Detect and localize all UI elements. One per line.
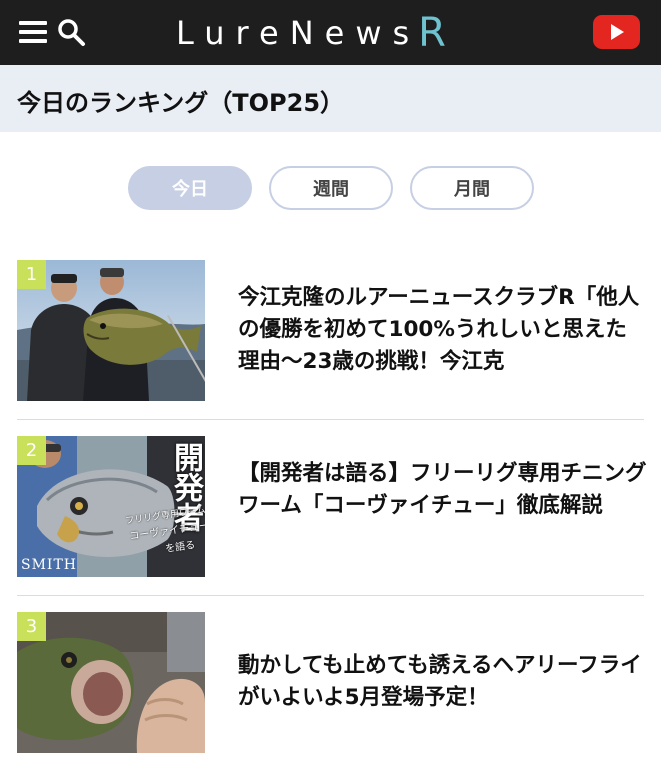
- youtube-play-icon[interactable]: [593, 15, 640, 49]
- rank-badge: 3: [17, 612, 46, 641]
- logo-accent-letter: R: [418, 10, 446, 56]
- ranking-item[interactable]: 1 今江克隆のルアーニュースクラブR「他人の優勝を初めて100%うれしいと思えた…: [17, 260, 644, 401]
- hamburger-menu-icon[interactable]: [19, 18, 49, 46]
- list-divider: [17, 595, 644, 596]
- ranking-section-header: 今日のランキング（TOP25）: [0, 65, 661, 132]
- ranking-item[interactable]: 開発者 フリリグ専用ワーム コーヴァイチュー を語る SMITH 2 【開発者は…: [17, 436, 647, 577]
- tab-monthly[interactable]: 月間: [410, 166, 534, 210]
- search-icon[interactable]: [56, 17, 86, 47]
- list-divider: [17, 419, 644, 420]
- tab-today[interactable]: 今日: [128, 166, 252, 210]
- ranking-period-tabs: 今日 週間 月間: [0, 166, 661, 210]
- article-title[interactable]: 動かしても止めても誘えるヘアリーフライがいよいよ5月登場予定！: [238, 650, 648, 714]
- rank-badge: 2: [17, 436, 46, 465]
- article-title[interactable]: 今江克隆のルアーニュースクラブR「他人の優勝を初めて100%うれしいと思えた理由…: [238, 282, 648, 378]
- brand-watermark: SMITH: [21, 557, 78, 573]
- logo-main-text: LureNews: [176, 14, 421, 52]
- site-logo[interactable]: LureNews R: [176, 8, 446, 58]
- rank-badge: 1: [17, 260, 46, 289]
- ranking-item[interactable]: 3 動かしても止めても誘えるヘアリーフライがいよいよ5月登場予定！: [17, 612, 644, 753]
- top-navigation-bar: LureNews R: [0, 0, 661, 65]
- section-title: 今日のランキング（TOP25）: [17, 89, 345, 117]
- tab-weekly[interactable]: 週間: [269, 166, 393, 210]
- article-title[interactable]: 【開発者は語る】フリーリグ専用チニングワーム「コーヴァイチュー」徹底解説: [238, 458, 648, 522]
